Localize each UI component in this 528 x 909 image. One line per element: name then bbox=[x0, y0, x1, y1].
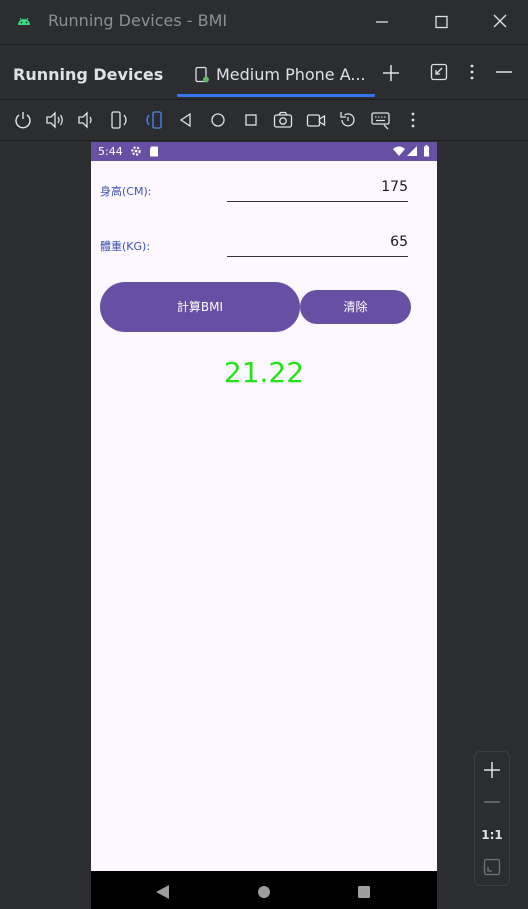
rotate-right-icon[interactable] bbox=[142, 109, 164, 131]
weight-input[interactable]: 65 bbox=[227, 234, 408, 257]
tab-label: Medium Phone A... bbox=[216, 65, 366, 84]
more-options-icon[interactable] bbox=[464, 63, 480, 85]
battery-icon bbox=[423, 145, 430, 160]
reset-icon[interactable] bbox=[337, 109, 359, 131]
zoom-actual-size-button[interactable]: 1:1 bbox=[475, 828, 509, 842]
zoom-out-icon[interactable] bbox=[482, 792, 502, 816]
restore-icon[interactable] bbox=[430, 63, 448, 85]
more-actions-icon[interactable] bbox=[402, 109, 424, 131]
back-icon[interactable] bbox=[175, 109, 197, 131]
power-icon[interactable] bbox=[12, 109, 34, 131]
settings-gear-icon bbox=[130, 145, 142, 160]
device-screen[interactable]: 5:44 身高(CM): 175 體重(KG): 65 計算BMI 清除 21.… bbox=[91, 142, 437, 909]
home-icon[interactable] bbox=[207, 109, 229, 131]
volume-up-icon[interactable] bbox=[44, 109, 66, 131]
device-icon bbox=[193, 66, 211, 88]
wifi-icon bbox=[393, 146, 405, 160]
zoom-fit-icon[interactable] bbox=[483, 858, 501, 880]
maximize-button[interactable] bbox=[427, 8, 455, 36]
weight-label: 體重(KG): bbox=[100, 240, 151, 253]
navigation-bar bbox=[91, 871, 437, 909]
zoom-in-icon[interactable] bbox=[482, 760, 502, 784]
tool-window-title: Running Devices bbox=[13, 65, 164, 84]
nav-home-icon[interactable] bbox=[257, 884, 271, 903]
sd-card-icon bbox=[149, 146, 159, 160]
add-tab-icon[interactable] bbox=[381, 63, 401, 87]
volume-down-icon[interactable] bbox=[76, 109, 98, 131]
bmi-result: 21.22 bbox=[223, 356, 305, 389]
signal-icon bbox=[407, 146, 418, 160]
height-input[interactable]: 175 bbox=[227, 179, 408, 202]
clear-button[interactable]: 清除 bbox=[300, 290, 411, 324]
height-value: 175 bbox=[381, 179, 408, 195]
screenshot-icon[interactable] bbox=[272, 109, 294, 131]
nav-back-icon[interactable] bbox=[156, 884, 170, 903]
calculate-bmi-button[interactable]: 計算BMI bbox=[100, 282, 300, 332]
screen-record-icon[interactable] bbox=[305, 109, 327, 131]
window-title: Running Devices - BMI bbox=[48, 11, 228, 30]
status-time: 5:44 bbox=[98, 145, 123, 158]
overview-icon[interactable] bbox=[240, 109, 262, 131]
hide-icon[interactable] bbox=[494, 63, 514, 85]
android-icon bbox=[16, 13, 32, 29]
device-toolbar bbox=[0, 100, 528, 141]
minimize-button[interactable] bbox=[368, 8, 396, 36]
rotate-left-icon[interactable] bbox=[109, 109, 131, 131]
status-bar: 5:44 bbox=[91, 142, 437, 161]
height-label: 身高(CM): bbox=[100, 185, 152, 198]
weight-value: 65 bbox=[390, 234, 408, 250]
keyboard-icon[interactable] bbox=[370, 109, 392, 131]
tab-active-indicator bbox=[177, 94, 375, 97]
tab-medium-phone[interactable]: Medium Phone A... bbox=[177, 53, 375, 97]
title-bar: Running Devices - BMI bbox=[0, 0, 528, 44]
nav-overview-icon[interactable] bbox=[357, 884, 371, 903]
tool-window-header: Running Devices Medium Phone A... bbox=[0, 44, 528, 100]
close-button[interactable] bbox=[486, 8, 514, 36]
zoom-panel: 1:1 bbox=[474, 751, 510, 886]
